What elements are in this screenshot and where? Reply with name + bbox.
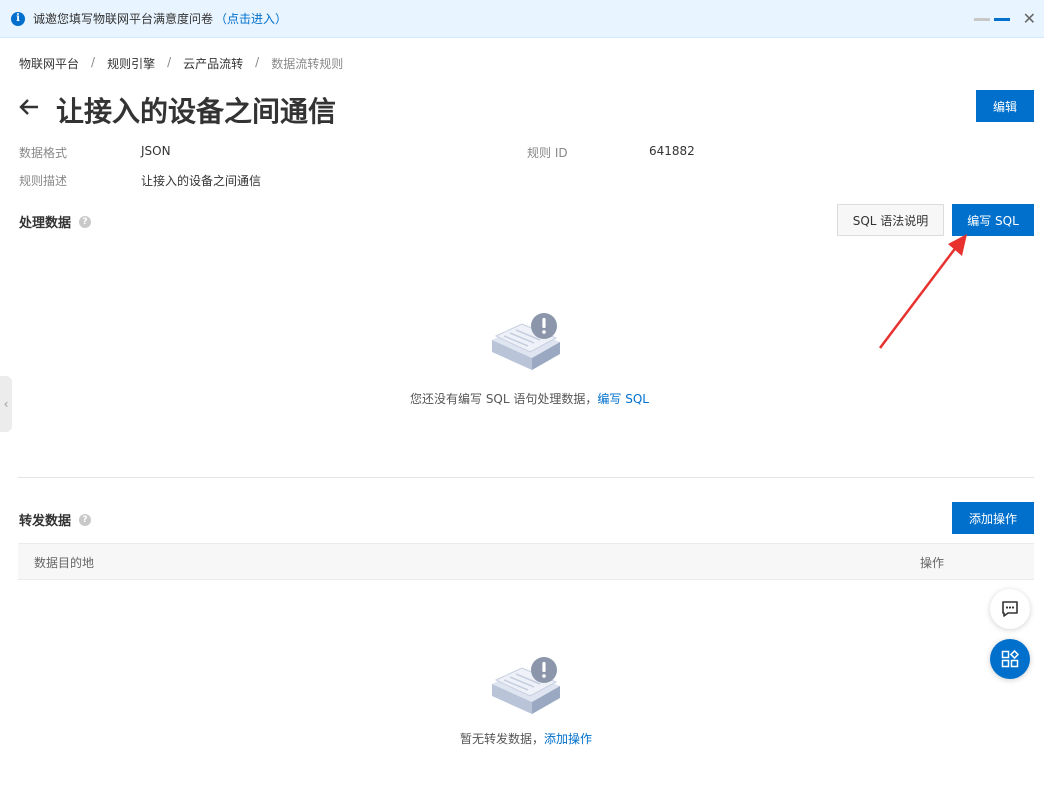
write-sql-link[interactable]: 编写 SQL xyxy=(597,392,649,406)
process-data-title: 处理数据 ? xyxy=(19,212,92,231)
help-icon[interactable]: ? xyxy=(79,513,92,526)
survey-notice-bar: i 诚邀您填写物联网平台满意度问卷 （点击进入） ✕ xyxy=(0,0,1044,38)
breadcrumb-separator: / xyxy=(255,55,260,69)
forward-data-title-text: 转发数据 xyxy=(19,514,72,529)
process-data-title-text: 处理数据 xyxy=(19,216,72,231)
pager-dot[interactable] xyxy=(974,18,990,21)
sidebar-expand-tab[interactable]: ‹ xyxy=(0,376,12,432)
empty-state-icon xyxy=(492,657,560,714)
notice-pager[interactable] xyxy=(974,18,1010,21)
rule-id-value: 641882 xyxy=(649,144,695,158)
annotation-arrow-icon xyxy=(879,234,967,349)
breadcrumb-separator: / xyxy=(91,55,96,69)
breadcrumb: 物联网平台 / 规则引擎 / 云产品流转 / 数据流转规则 xyxy=(19,55,343,72)
breadcrumb-item-rule-engine[interactable]: 规则引擎 xyxy=(107,55,155,72)
breadcrumb-item-current: 数据流转规则 xyxy=(271,57,344,71)
rule-desc-label: 规则描述 xyxy=(19,174,68,188)
forward-data-title: 转发数据 ? xyxy=(19,510,92,529)
forward-table-header: 数据目的地 操作 xyxy=(18,543,1034,580)
chat-icon xyxy=(1002,601,1018,617)
forward-empty-message: 暂无转发数据， xyxy=(460,732,545,746)
chevron-left-icon: ‹ xyxy=(3,397,9,411)
chat-float-button[interactable] xyxy=(990,589,1030,629)
pager-dot-active[interactable] xyxy=(994,18,1010,21)
process-empty-message: 您还没有编写 SQL 语句处理数据， xyxy=(410,392,598,406)
forward-empty-text: 暂无转发数据，添加操作 xyxy=(460,730,592,747)
process-empty-text: 您还没有编写 SQL 语句处理数据，编写 SQL xyxy=(410,390,649,407)
section-divider xyxy=(18,477,1034,478)
data-format-label: 数据格式 xyxy=(19,146,68,160)
back-arrow-icon[interactable] xyxy=(18,96,40,124)
column-header-destination: 数据目的地 xyxy=(34,556,95,570)
close-icon[interactable]: ✕ xyxy=(1023,9,1036,28)
data-format-value: JSON xyxy=(141,144,171,158)
notice-message: 诚邀您填写物联网平台满意度问卷 （点击进入） xyxy=(33,10,287,27)
apps-icon xyxy=(1001,649,1020,668)
apps-float-button[interactable] xyxy=(990,639,1030,679)
breadcrumb-item-cloud-forwarding[interactable]: 云产品流转 xyxy=(183,55,243,72)
notice-survey-link[interactable]: （点击进入） xyxy=(215,12,287,26)
notice-message-text: 诚邀您填写物联网平台满意度问卷 xyxy=(33,12,214,26)
add-action-button[interactable]: 添加操作 xyxy=(952,502,1034,534)
rule-desc-value: 让接入的设备之间通信 xyxy=(141,174,262,188)
column-header-actions: 操作 xyxy=(920,556,945,570)
add-action-link[interactable]: 添加操作 xyxy=(544,732,592,746)
info-icon: i xyxy=(11,11,25,26)
rule-id-label: 规则 ID xyxy=(527,146,568,160)
breadcrumb-separator: / xyxy=(167,55,172,69)
breadcrumb-item-iot-platform[interactable]: 物联网平台 xyxy=(19,55,79,72)
edit-button[interactable]: 编辑 xyxy=(976,90,1034,122)
empty-state-icon xyxy=(492,313,560,370)
page-title: 让接入的设备之间通信 xyxy=(56,95,337,128)
help-icon[interactable]: ? xyxy=(79,215,92,228)
